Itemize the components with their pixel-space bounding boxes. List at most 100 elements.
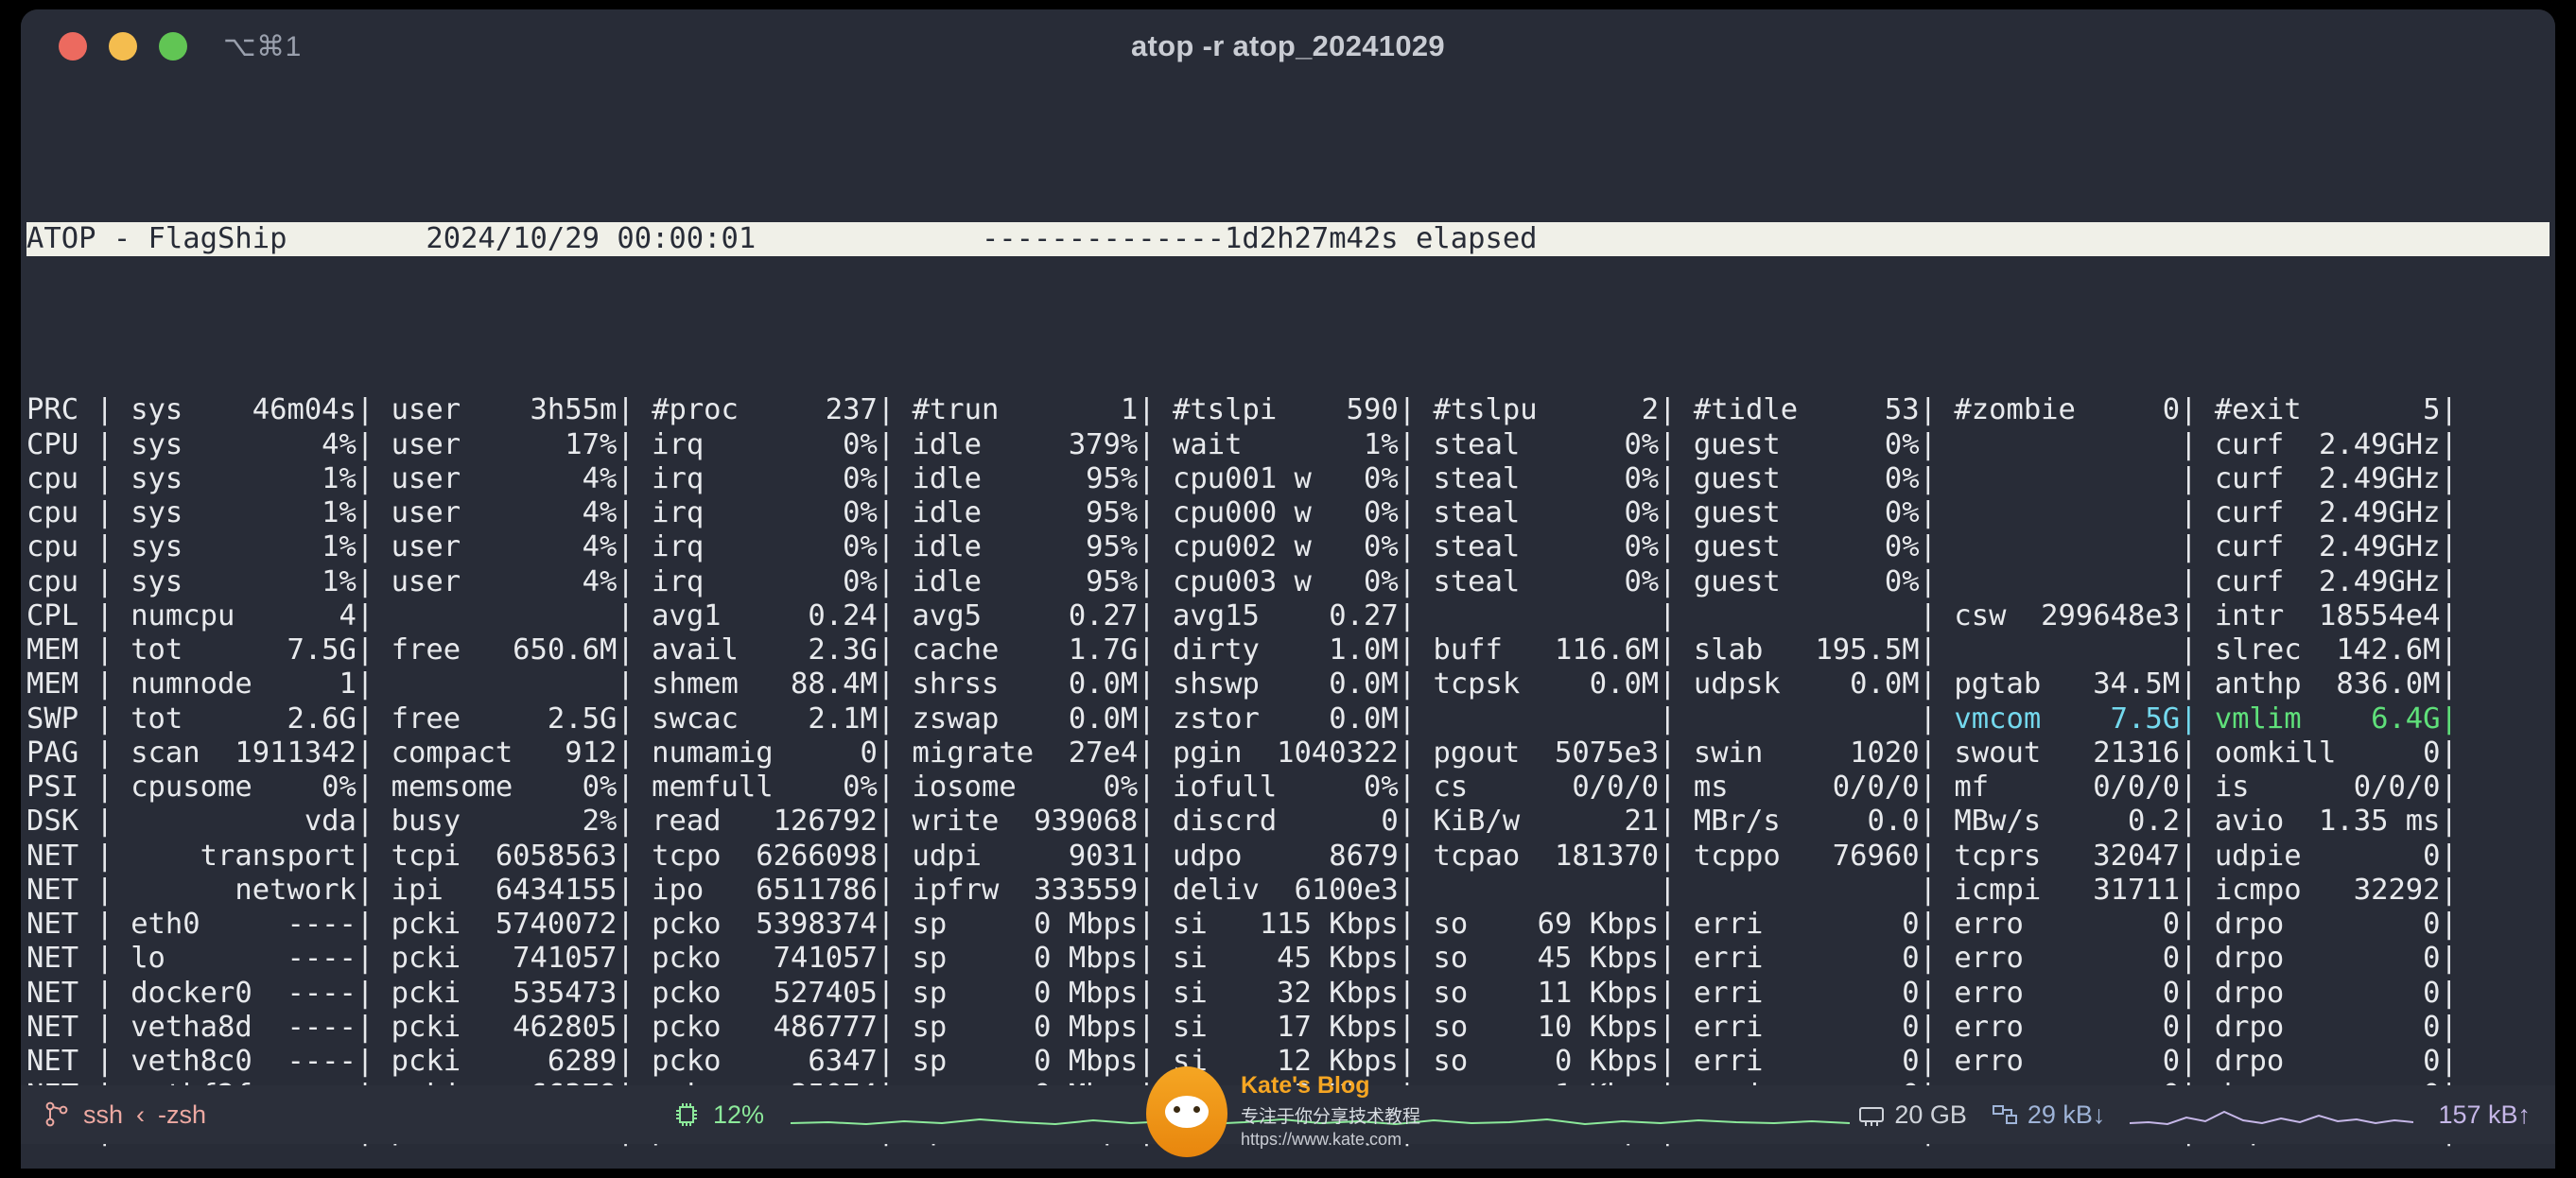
stat-guest: guest 0%|	[1676, 461, 1937, 495]
system-stat-label: cpu |	[26, 461, 113, 495]
stat-pcko: pcko 5398374|	[634, 908, 896, 941]
system-stat-label: SWP |	[26, 702, 113, 736]
stat-drpo: drpo 0|	[2197, 942, 2458, 976]
system-stat-label: NET |	[26, 908, 113, 941]
system-stat-row: cpu | sys 1%| user 4%| irq 0%| idle 95%|…	[26, 530, 2550, 564]
stat-is: is 0/0/0|	[2197, 771, 2458, 804]
stat-veth8c0: veth8c0 ----|	[113, 1045, 374, 1078]
status-network-up-group: 157 kB↑	[2438, 1100, 2531, 1130]
stat-cell: |	[1937, 461, 2198, 495]
stat-curf: curf 2.49GHz|	[2197, 461, 2458, 495]
system-stat-row: DSK | vda| busy 2%| read 126792| write 9…	[26, 805, 2550, 839]
stat-steal: steal 0%|	[1416, 461, 1677, 495]
stat-vetha8d: vetha8d ----|	[113, 1010, 374, 1044]
stat-intr: intr 18554e4|	[2197, 598, 2458, 632]
system-stat-label: MEM |	[26, 633, 113, 667]
system-stat-label: MEM |	[26, 667, 113, 702]
system-stat-label: PSI |	[26, 771, 113, 804]
system-stat-label: CPL |	[26, 598, 113, 632]
stat-pcko: pcko 741057|	[634, 942, 896, 976]
stat-irq: irq 0%|	[634, 530, 896, 564]
zoom-button[interactable]	[159, 32, 187, 61]
network-sparkline	[2130, 1100, 2414, 1129]
atop-header-text: ATOP - FlagShip 2024/10/29 00:00:01 ----…	[26, 222, 1538, 255]
stat-si: si 32 Kbps|	[1155, 976, 1417, 1010]
system-stat-label: DSK |	[26, 805, 113, 839]
memory-icon	[1859, 1107, 1885, 1126]
stat-steal: steal 0%|	[1416, 427, 1677, 461]
stat-cpu000-w: cpu000 w 0%|	[1155, 496, 1417, 529]
status-network-up: 157 kB↑	[2438, 1100, 2531, 1129]
status-shell-label: ssh	[83, 1100, 124, 1129]
status-cpu-group: 12%	[673, 1099, 1851, 1131]
terminal-body[interactable]: ATOP - FlagShip 2024/10/29 00:00:01 ----…	[21, 83, 2555, 1169]
stat-so: so 69 Kbps|	[1416, 908, 1677, 941]
stat-cell: |	[1937, 633, 2198, 667]
system-stat-row: cpu | sys 1%| user 4%| irq 0%| idle 95%|…	[26, 496, 2550, 530]
stat-cell: |	[1937, 427, 2198, 461]
system-stat-row: NET | transport| tcpi 6058563| tcpo 6266…	[26, 840, 2550, 874]
system-stat-label: NET |	[26, 942, 113, 976]
stat-user: user 3h55m|	[374, 393, 635, 427]
stat-irq: irq 0%|	[634, 564, 896, 598]
stat-numcpu: numcpu 4|	[113, 598, 374, 632]
stat-user: user 4%|	[374, 461, 635, 495]
system-stat-row: PRC | sys 46m04s| user 3h55m| #proc 237|…	[26, 393, 2550, 427]
stat-erro: erro 0|	[1937, 1045, 2198, 1078]
cpu-sparkline	[791, 1099, 1851, 1131]
stat-pcko: pcko 527405|	[634, 976, 896, 1010]
system-stat-row: NET | veth8c0 ----| pcki 6289| pcko 6347…	[26, 1045, 2550, 1079]
stat-icmpi: icmpi 31711|	[1937, 873, 2198, 907]
stat-pcki: pcki 6289|	[374, 1045, 635, 1078]
stat-tot: tot 2.6G|	[113, 702, 374, 736]
stat-curf: curf 2.49GHz|	[2197, 530, 2458, 564]
stat-drpo: drpo 0|	[2197, 976, 2458, 1010]
minimize-button[interactable]	[109, 32, 137, 61]
stat--trun: #trun 1|	[895, 393, 1156, 427]
system-stat-row: PSI | cpusome 0%| memsome 0%| memfull 0%…	[26, 771, 2550, 805]
screenshot-root: ⌥⌘1 atop -r atop_20241029 ATOP - FlagShi…	[0, 0, 2576, 1178]
stat-numnode: numnode 1|	[113, 667, 374, 702]
stat--exit: #exit 5|	[2197, 393, 2458, 427]
stat-pcki: pcki 535473|	[374, 976, 635, 1010]
stat-wait: wait 1%|	[1155, 427, 1417, 461]
stat-avg1: avg1 0.24|	[634, 598, 896, 632]
stat-sys: sys 1%|	[113, 564, 374, 598]
network-icon	[1992, 1105, 2017, 1124]
stat-cell: transport|	[113, 839, 374, 873]
stat-discrd: discrd 0|	[1155, 805, 1417, 839]
stat-erri: erri 0|	[1676, 1045, 1937, 1078]
stat-cpu002-w: cpu002 w 0%|	[1155, 530, 1417, 564]
stat-cell: |	[1937, 564, 2198, 598]
stat-cell: |	[374, 667, 635, 702]
stat-sp: sp 0 Mbps|	[895, 908, 1156, 941]
stat-shswp: shswp 0.0M|	[1155, 667, 1417, 702]
stat-tcppo: tcppo 76960|	[1676, 839, 1937, 873]
stat-pcki: pcki 5740072|	[374, 908, 635, 941]
stat-mbw-s: MBw/s 0.2|	[1937, 805, 2198, 839]
stat-lo: lo ----|	[113, 942, 374, 976]
stat-guest: guest 0%|	[1676, 427, 1937, 461]
stat-iofull: iofull 0%|	[1155, 771, 1417, 804]
stat-idle: idle 95%|	[895, 564, 1156, 598]
cpu-chip-icon	[676, 1103, 697, 1126]
stat-pgin: pgin 1040322|	[1155, 736, 1417, 770]
cpu-sparkline-svg	[791, 1117, 1851, 1126]
stat-erro: erro 0|	[1937, 942, 2198, 976]
stat-vmcom: vmcom 7.5G|	[1937, 702, 2198, 736]
stat--proc: #proc 237|	[634, 393, 896, 427]
stat-cell: |	[1937, 496, 2198, 529]
stat-busy: busy 2%|	[374, 805, 635, 839]
window-traffic-lights	[59, 32, 187, 61]
stat-erro: erro 0|	[1937, 976, 2198, 1010]
stat-udpi: udpi 9031|	[895, 839, 1156, 873]
stat-si: si 115 Kbps|	[1155, 908, 1417, 941]
system-stat-label: PAG |	[26, 736, 113, 770]
status-shell-group[interactable]: ssh ‹ -zsh	[45, 1100, 206, 1130]
stat-zswap: zswap 0.0M|	[895, 702, 1156, 736]
stat--tidle: #tidle 53|	[1676, 393, 1937, 427]
close-button[interactable]	[59, 32, 87, 61]
stat-si: si 12 Kbps|	[1155, 1045, 1417, 1078]
status-memory-group: 20 GB	[1858, 1100, 1967, 1130]
system-stat-row: cpu | sys 1%| user 4%| irq 0%| idle 95%|…	[26, 565, 2550, 599]
